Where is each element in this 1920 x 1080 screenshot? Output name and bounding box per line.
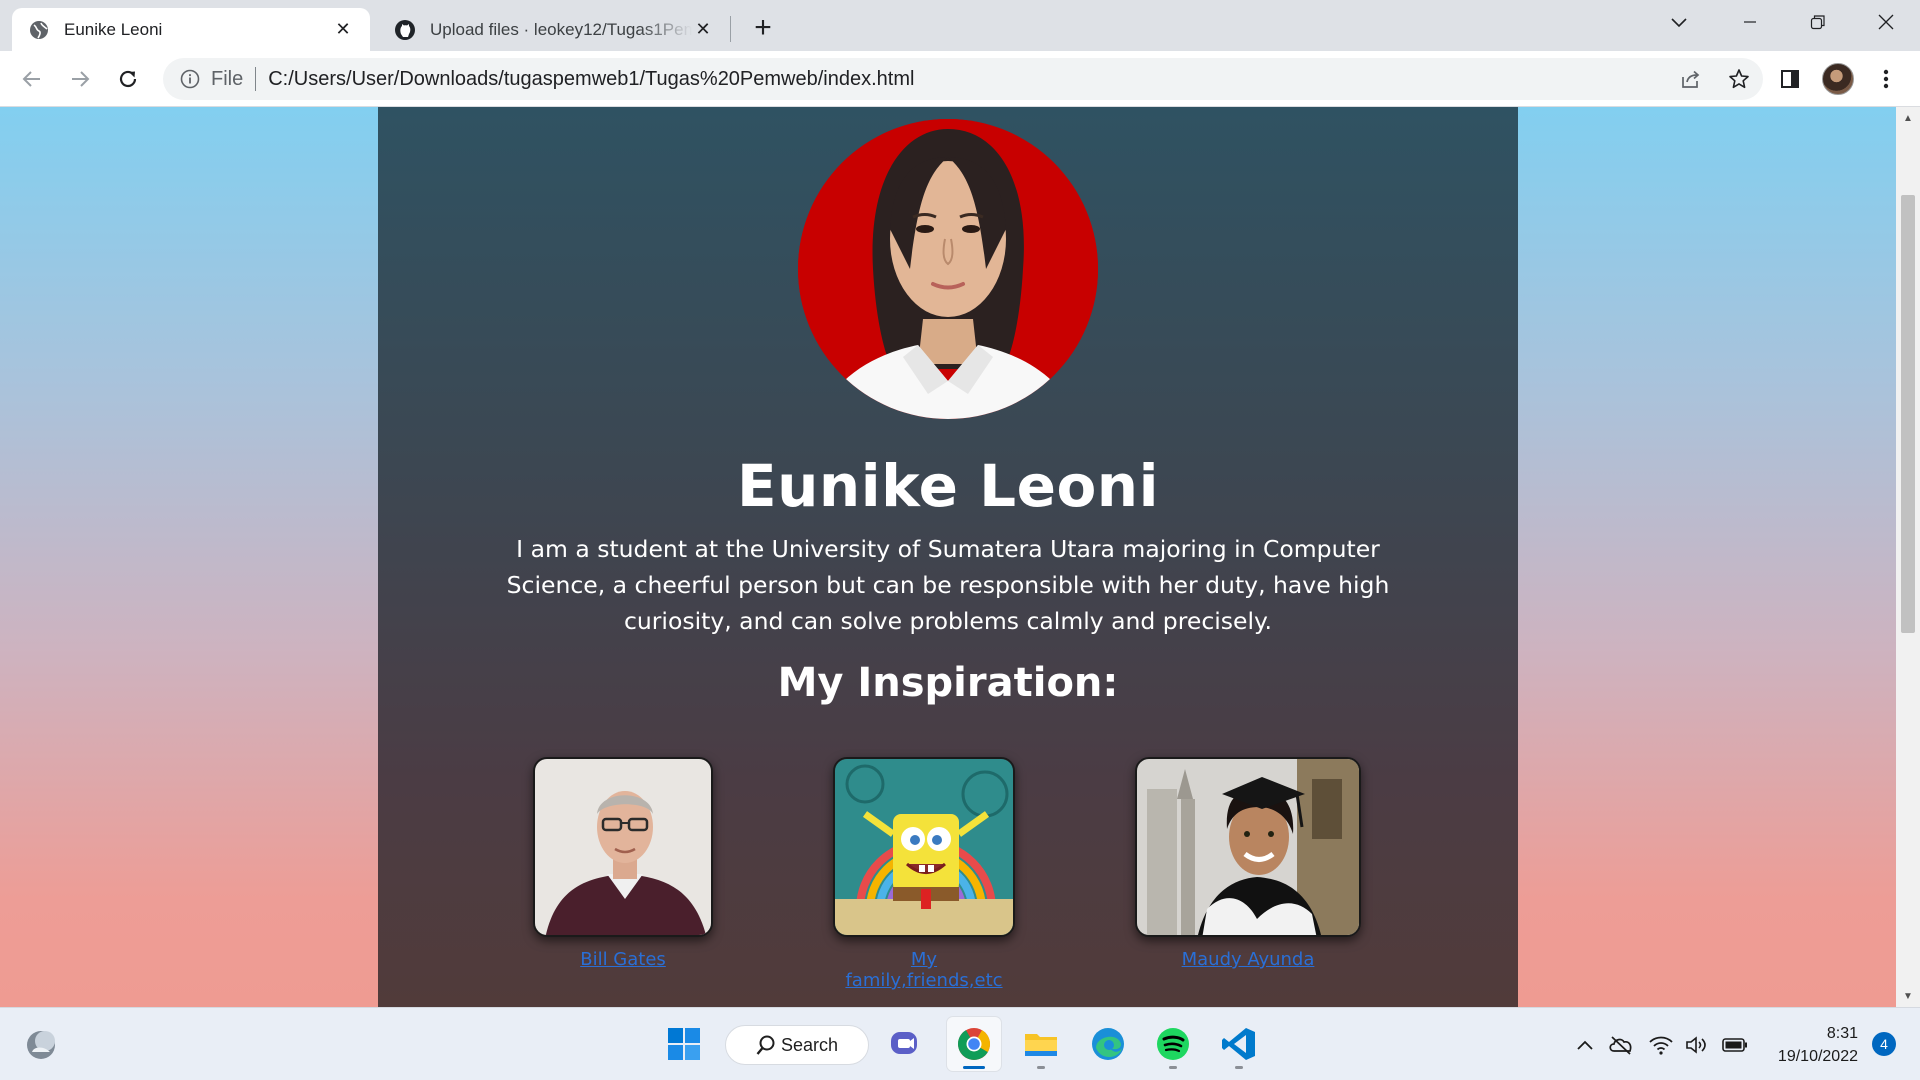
page-viewport: Eunike Leoni I am a student at the Unive…	[0, 107, 1896, 1007]
family-friends-link[interactable]: My family,friends,etc	[833, 949, 1015, 991]
scrollbar-thumb[interactable]	[1901, 195, 1915, 633]
battery-icon[interactable]	[1718, 1008, 1752, 1080]
taskbar-search[interactable]: Search	[725, 1025, 869, 1065]
tab-search-icon[interactable]	[1664, 8, 1694, 38]
share-icon[interactable]	[1667, 58, 1715, 100]
meet-icon[interactable]	[880, 1017, 934, 1071]
file-explorer-icon[interactable]	[1014, 1017, 1068, 1071]
github-icon	[394, 19, 416, 41]
browser-toolbar: File C:/Users/User/Downloads/tugaspemweb…	[0, 51, 1920, 107]
chevron-up-icon[interactable]	[1570, 1008, 1600, 1080]
back-arrow-icon[interactable]	[14, 61, 50, 97]
tab-eunike-leoni[interactable]: Eunike Leoni ✕	[12, 8, 370, 51]
address-bar[interactable]: File C:/Users/User/Downloads/tugaspemweb…	[163, 58, 1763, 100]
running-indicator	[1037, 1066, 1045, 1069]
scroll-down-icon[interactable]: ▼	[1896, 985, 1920, 1007]
tab-title: Eunike Leoni	[64, 19, 163, 39]
page-title: Eunike Leoni	[737, 452, 1159, 520]
bill-gates-link[interactable]: Bill Gates	[533, 949, 713, 970]
active-indicator	[963, 1066, 985, 1069]
new-tab-button[interactable]: +	[747, 11, 779, 44]
spotify-icon[interactable]	[1146, 1017, 1200, 1071]
inspiration-item: My family,friends,etc	[833, 757, 1015, 991]
running-indicator	[1169, 1066, 1177, 1069]
search-icon	[756, 1035, 776, 1062]
profile-avatar[interactable]	[1814, 51, 1862, 107]
address-bar-actions	[1667, 58, 1763, 100]
inspiration-item: Maudy Ayunda	[1135, 757, 1361, 970]
address-divider	[255, 67, 257, 91]
clock-date: 19/10/2022	[1777, 1048, 1858, 1065]
maudy-ayunda-photo[interactable]	[1135, 757, 1361, 937]
profile-photo	[798, 119, 1098, 419]
inspiration-item: Bill Gates	[533, 757, 713, 970]
restore-icon[interactable]	[1784, 0, 1852, 44]
profile-card: Eunike Leoni I am a student at the Unive…	[378, 107, 1518, 1007]
info-icon[interactable]	[179, 68, 201, 90]
reload-icon[interactable]	[110, 61, 146, 97]
spongebob-photo[interactable]	[833, 757, 1015, 937]
bookmark-star-icon[interactable]	[1715, 58, 1763, 100]
window-controls	[1716, 0, 1920, 44]
side-panel-icon[interactable]	[1766, 51, 1814, 107]
avatar	[1822, 63, 1854, 95]
onedrive-offline-icon[interactable]	[1604, 1008, 1638, 1080]
scroll-up-icon[interactable]: ▲	[1896, 107, 1920, 129]
maudy-ayunda-link[interactable]: Maudy Ayunda	[1135, 949, 1361, 970]
volume-icon[interactable]	[1680, 1008, 1714, 1080]
chrome-icon[interactable]	[947, 1017, 1001, 1071]
bill-gates-photo[interactable]	[533, 757, 713, 937]
minimize-icon[interactable]	[1716, 0, 1784, 44]
running-indicator	[1235, 1066, 1243, 1069]
windows-taskbar: Search 8:31 19/10/2022 4	[0, 1007, 1920, 1080]
tab-strip: Eunike Leoni ✕ Upload files · leokey12/T…	[0, 0, 1920, 51]
vscode-icon[interactable]	[1212, 1017, 1266, 1071]
tab-title: Upload files · leokey12/Tugas1Pemweb	[430, 19, 692, 39]
tab-separator	[730, 16, 731, 42]
taskbar-clock[interactable]: 8:31 19/10/2022	[1778, 1022, 1858, 1068]
tab-upload-files[interactable]: Upload files · leokey12/Tugas1Pemweb ✕	[378, 8, 730, 51]
tab-close-icon[interactable]: ✕	[332, 19, 354, 41]
page-scrollbar[interactable]: ▲ ▼	[1896, 107, 1920, 1007]
globe-icon	[28, 19, 50, 41]
wifi-icon[interactable]	[1644, 1008, 1678, 1080]
more-menu-icon[interactable]	[1862, 51, 1910, 107]
close-window-icon[interactable]	[1852, 0, 1920, 44]
inspiration-heading: My Inspiration:	[777, 660, 1119, 706]
clock-time: 8:31	[1826, 1025, 1858, 1042]
forward-arrow-icon[interactable]	[62, 61, 98, 97]
edge-icon[interactable]	[1081, 1017, 1135, 1071]
weather-widget-icon[interactable]	[16, 1020, 66, 1070]
tab-close-icon[interactable]: ✕	[692, 19, 714, 41]
url-text[interactable]: C:/Users/User/Downloads/tugaspemweb1/Tug…	[268, 68, 914, 91]
start-icon[interactable]	[657, 1017, 711, 1071]
notification-badge[interactable]: 4	[1872, 1032, 1896, 1056]
search-label: Search	[781, 1034, 839, 1055]
bio-paragraph: I am a student at the University of Suma…	[506, 535, 1390, 635]
scheme-label: File	[211, 67, 244, 90]
